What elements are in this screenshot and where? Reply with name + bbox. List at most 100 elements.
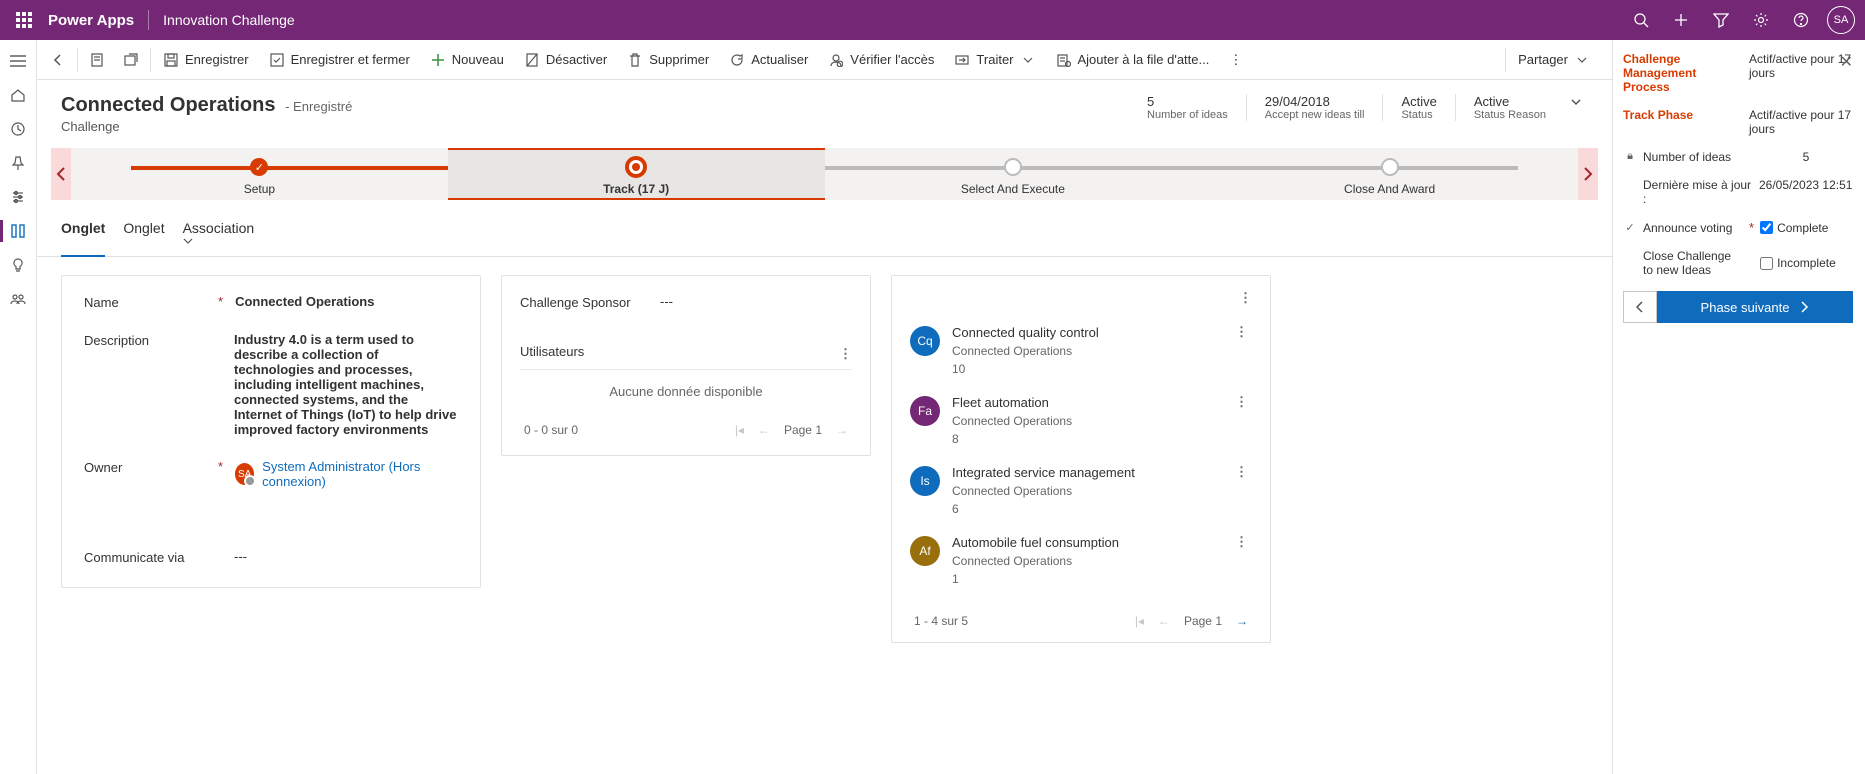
process-name[interactable]: Challenge Management Process — [1623, 52, 1743, 94]
description-label: Description — [84, 333, 149, 348]
add-queue-button[interactable]: Ajouter à la file d'atte... — [1046, 40, 1220, 80]
nav-challenges-icon[interactable] — [0, 214, 37, 248]
delete-label: Supprimer — [649, 52, 709, 67]
share-button[interactable]: Partager — [1508, 40, 1608, 80]
breadcrumb[interactable]: Innovation Challenge — [163, 12, 295, 28]
nav-team-icon[interactable] — [0, 282, 37, 316]
stage-select[interactable]: Select And Execute — [825, 148, 1202, 200]
idea-avatar: Cq — [910, 326, 940, 356]
description-value[interactable]: Industry 4.0 is a term used to describe … — [234, 332, 458, 437]
help-icon[interactable] — [1781, 0, 1821, 40]
sponsor-label: Challenge Sponsor — [520, 295, 631, 310]
refresh-button[interactable]: Actualiser — [719, 40, 818, 80]
new-label: Nouveau — [452, 52, 504, 67]
deactivate-button[interactable]: Désactiver — [514, 40, 617, 80]
idea-count: 1 — [952, 570, 1219, 588]
idea-count: 10 — [952, 360, 1219, 378]
close-icon[interactable]: ✕ — [1836, 48, 1857, 76]
idea-item[interactable]: CqConnected quality controlConnected Ope… — [910, 316, 1252, 386]
pager-page-label: Page 1 — [784, 423, 822, 437]
stage-bar: Setup Track (17 J) Select And Execute Cl… — [51, 148, 1598, 200]
share-label: Partager — [1518, 52, 1568, 67]
tab-onglet-1[interactable]: Onglet — [61, 214, 105, 256]
idea-title: Connected quality control — [952, 324, 1219, 342]
nav-settings-icon[interactable] — [0, 180, 37, 214]
stage-setup[interactable]: Setup — [71, 148, 448, 200]
nav-recent-icon[interactable] — [0, 112, 37, 146]
pager-first-icon: |◂ — [735, 423, 744, 437]
search-icon[interactable] — [1621, 0, 1661, 40]
nav-ideas-icon[interactable] — [0, 248, 37, 282]
incomplete-checkbox[interactable]: Incomplete — [1760, 256, 1853, 270]
idea-title: Integrated service management — [952, 464, 1219, 482]
stage-close[interactable]: Close And Award — [1201, 148, 1578, 200]
name-value[interactable]: Connected Operations — [235, 294, 458, 310]
phase-back-button[interactable] — [1623, 291, 1657, 323]
stage-prev-button[interactable] — [51, 148, 71, 200]
new-button[interactable]: Nouveau — [420, 40, 514, 80]
nav-menu-button[interactable] — [0, 44, 37, 78]
name-label: Name — [84, 295, 119, 310]
pager-page-label: Page 1 — [1184, 614, 1222, 628]
users-more-button[interactable]: ⋮ — [839, 346, 852, 362]
save-state: - Enregistré — [285, 99, 352, 114]
sponsor-value[interactable]: --- — [660, 294, 852, 310]
stage-track[interactable]: Track (17 J) — [448, 148, 825, 200]
deactivate-label: Désactiver — [546, 52, 607, 67]
communicate-value[interactable]: --- — [234, 549, 458, 565]
owner-label: Owner — [84, 460, 122, 475]
save-close-label: Enregistrer et fermer — [291, 52, 410, 67]
idea-more-button[interactable]: ⋮ — [1231, 534, 1252, 550]
idea-more-button[interactable]: ⋮ — [1231, 464, 1252, 480]
idea-subtitle: Connected Operations — [952, 412, 1219, 430]
stage-next-button[interactable] — [1578, 148, 1598, 200]
check-access-button[interactable]: Vérifier l'accès — [818, 40, 944, 80]
nav-home-icon[interactable] — [0, 78, 37, 112]
phase-next-button[interactable]: Phase suivante — [1657, 291, 1853, 323]
complete-checkbox[interactable]: Complete — [1760, 221, 1853, 235]
track-phase-label[interactable]: Track Phase — [1623, 108, 1743, 122]
idea-item[interactable]: FaFleet automationConnected Operations8⋮ — [910, 386, 1252, 456]
check-access-label: Vérifier l'accès — [850, 52, 934, 67]
ideas-pager-count: 1 - 4 sur 5 — [914, 614, 968, 628]
divider — [148, 10, 149, 30]
delete-button[interactable]: Supprimer — [617, 40, 719, 80]
idea-avatar: Is — [910, 466, 940, 496]
add-queue-label: Ajouter à la file d'atte... — [1078, 52, 1210, 67]
add-icon[interactable] — [1661, 0, 1701, 40]
owner-chip[interactable]: SA System Administrator (Hors connexion) — [235, 459, 458, 489]
save-button[interactable]: Enregistrer — [153, 40, 259, 80]
idea-item[interactable]: Is Integrated service managementConnected… — [910, 456, 1252, 526]
tab-association[interactable]: Association — [183, 214, 259, 256]
idea-avatar: Af — [910, 536, 940, 566]
process-button[interactable]: Traiter — [944, 40, 1045, 80]
users-title: Utilisateurs — [520, 344, 584, 359]
owner-link[interactable]: System Administrator (Hors connexion) — [262, 459, 458, 489]
header-stats: 5Number of ideas 29/04/2018Accept new id… — [1129, 94, 1588, 121]
user-avatar[interactable]: SA — [1827, 6, 1855, 34]
pager-next-icon[interactable]: → — [1236, 614, 1248, 628]
idea-more-button[interactable]: ⋮ — [1231, 324, 1252, 340]
idea-avatar: Fa — [910, 396, 940, 426]
idea-item[interactable]: AfAutomobile fuel consumptionConnected O… — [910, 526, 1252, 596]
overflow-button[interactable]: ⋮ — [1219, 40, 1252, 80]
chevron-down-icon — [1574, 52, 1590, 68]
idea-count: 6 — [952, 500, 1219, 518]
process-label: Traiter — [976, 52, 1013, 67]
idea-subtitle: Connected Operations — [952, 482, 1219, 500]
idea-more-button[interactable]: ⋮ — [1231, 394, 1252, 410]
open-new-window-button[interactable] — [114, 40, 148, 80]
tab-onglet-2[interactable]: Onglet — [123, 214, 164, 256]
users-pager-count: 0 - 0 sur 0 — [524, 423, 578, 437]
ideas-more-button[interactable]: ⋮ — [1239, 290, 1252, 306]
back-button[interactable] — [41, 40, 75, 80]
filter-icon[interactable] — [1701, 0, 1741, 40]
save-close-button[interactable]: Enregistrer et fermer — [259, 40, 420, 80]
pager-first-icon: |◂ — [1135, 614, 1144, 628]
idea-title: Fleet automation — [952, 394, 1219, 412]
gear-icon[interactable] — [1741, 0, 1781, 40]
form-selector-button[interactable] — [80, 40, 114, 80]
app-launcher-button[interactable] — [10, 6, 38, 34]
nav-pinned-icon[interactable] — [0, 146, 37, 180]
header-expand-button[interactable] — [1564, 94, 1588, 110]
